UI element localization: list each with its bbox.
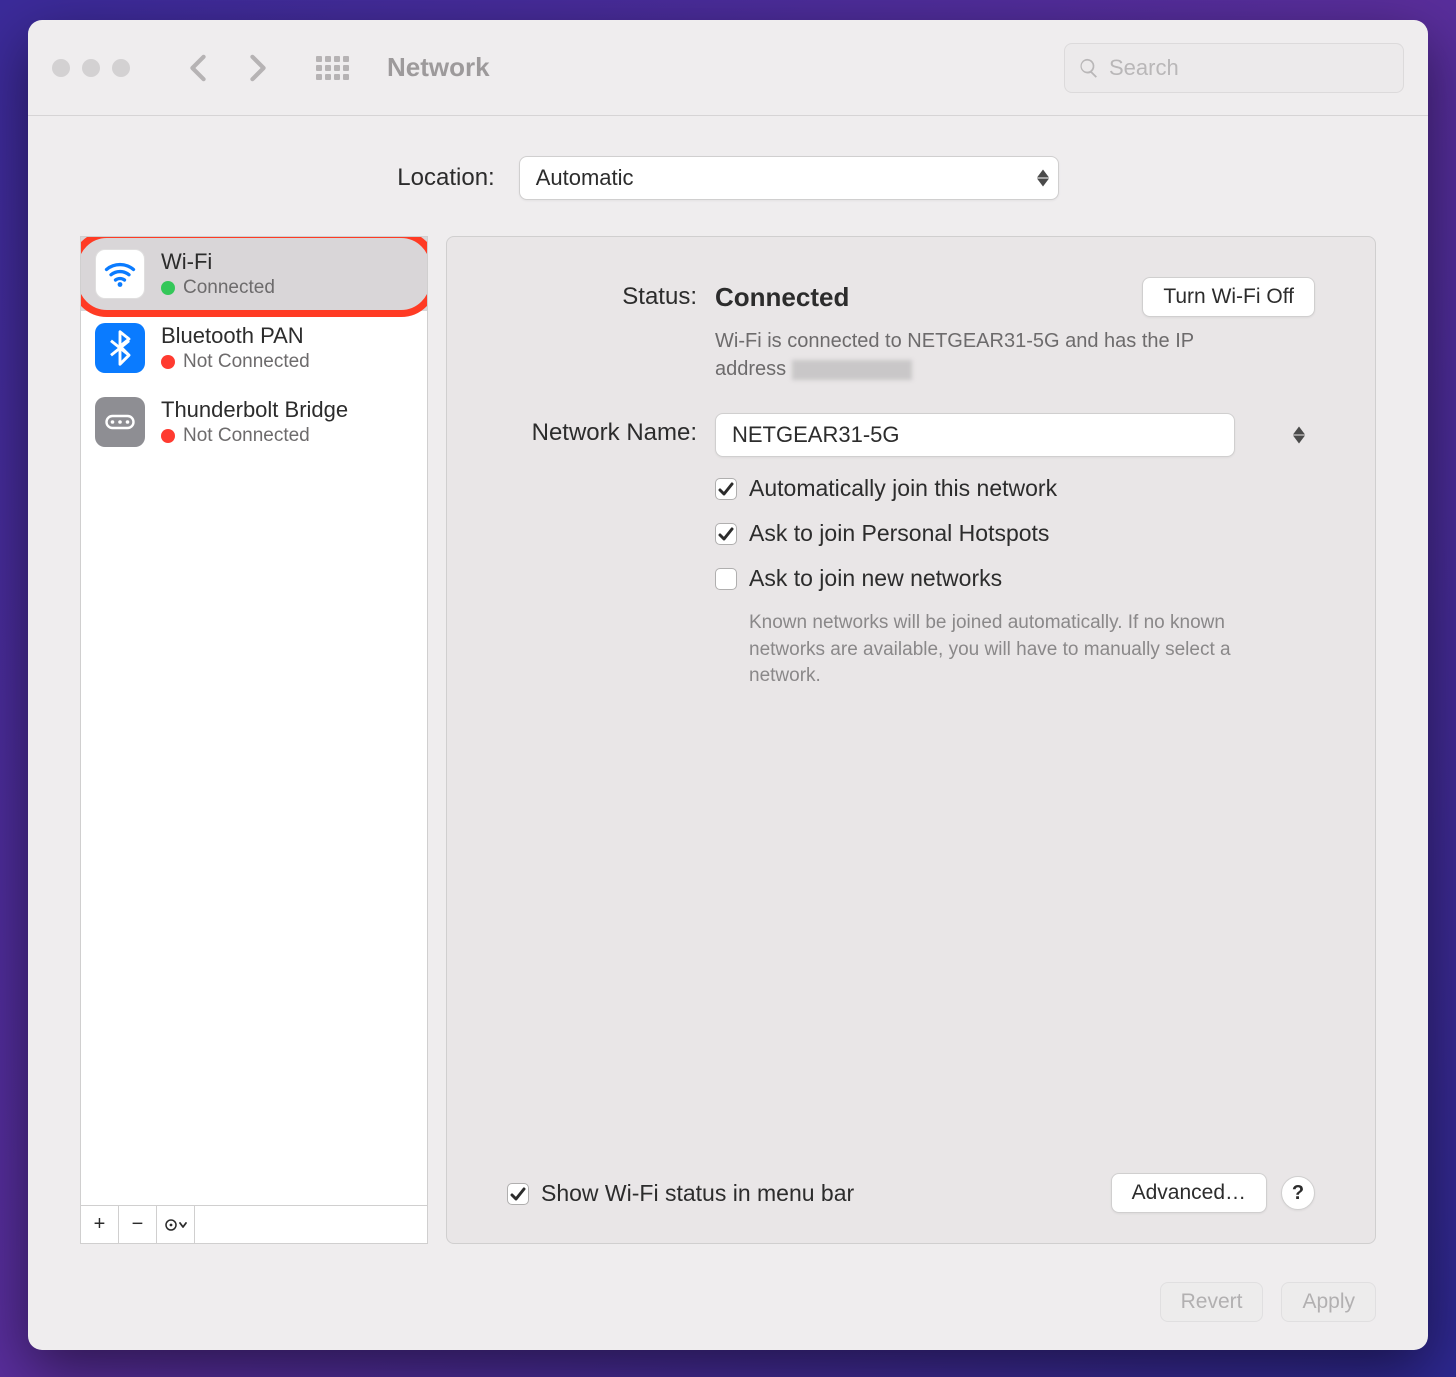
new-networks-help: Known networks will be joined automatica… — [749, 610, 1249, 690]
window-title: Network — [387, 52, 490, 83]
status-label: Status: — [507, 277, 697, 311]
status-dot-icon — [161, 429, 175, 443]
location-row: Location: Automatic — [28, 116, 1428, 236]
service-name: Thunderbolt Bridge — [161, 397, 348, 423]
traffic-lights — [52, 59, 130, 77]
status-dot-icon — [161, 281, 175, 295]
search-icon — [1078, 57, 1100, 79]
network-name-value: NETGEAR31-5G — [732, 422, 900, 448]
location-value: Automatic — [536, 165, 634, 191]
network-name-select[interactable]: NETGEAR31-5G — [715, 413, 1315, 457]
show-menubar-checkbox[interactable] — [507, 1183, 529, 1205]
search-input[interactable] — [1064, 43, 1404, 93]
main-panel: Status: Connected Turn Wi-Fi Off Wi-Fi i… — [446, 236, 1376, 1244]
zoom-window-button[interactable] — [112, 59, 130, 77]
auto-join-checkbox[interactable] — [715, 478, 737, 500]
service-status: Connected — [183, 277, 275, 299]
revert-button[interactable]: Revert — [1160, 1282, 1264, 1322]
bluetooth-icon — [95, 323, 145, 373]
sidebar-item-thunderbolt[interactable]: Thunderbolt Bridge Not Connected — [81, 385, 427, 459]
search-field-wrap — [1064, 43, 1404, 93]
personal-hotspots-checkbox[interactable] — [715, 523, 737, 545]
help-button[interactable]: ? — [1281, 1176, 1315, 1210]
sidebar-item-wifi[interactable]: Wi-Fi Connected — [81, 237, 427, 311]
new-networks-checkbox[interactable] — [715, 568, 737, 590]
close-window-button[interactable] — [52, 59, 70, 77]
service-list: Wi-Fi Connected Bluetooth PAN — [80, 236, 428, 1206]
minimize-window-button[interactable] — [82, 59, 100, 77]
network-preferences-window: Network Location: Automatic — [28, 20, 1428, 1350]
status-description: Wi-Fi is connected to NETGEAR31-5G and h… — [715, 327, 1235, 383]
network-name-label: Network Name: — [507, 413, 697, 447]
thunderbolt-bridge-icon — [95, 397, 145, 447]
show-all-icon[interactable] — [316, 56, 349, 80]
remove-service-button[interactable]: − — [119, 1206, 157, 1243]
toggle-wifi-button[interactable]: Turn Wi-Fi Off — [1142, 277, 1315, 317]
apply-button[interactable]: Apply — [1281, 1282, 1376, 1322]
redacted-ip — [792, 360, 912, 380]
chevron-updown-icon — [1293, 427, 1305, 444]
service-name: Wi-Fi — [161, 249, 275, 275]
sidebar: Wi-Fi Connected Bluetooth PAN — [80, 236, 428, 1244]
forward-button[interactable] — [248, 54, 268, 82]
service-name: Bluetooth PAN — [161, 323, 310, 349]
advanced-button[interactable]: Advanced… — [1111, 1173, 1267, 1213]
sidebar-item-bluetooth[interactable]: Bluetooth PAN Not Connected — [81, 311, 427, 385]
service-status: Not Connected — [183, 351, 310, 373]
service-status: Not Connected — [183, 425, 310, 447]
status-value: Connected — [715, 282, 849, 313]
auto-join-label: Automatically join this network — [749, 475, 1057, 502]
chevron-updown-icon — [1037, 170, 1049, 187]
show-menubar-label: Show Wi-Fi status in menu bar — [541, 1180, 854, 1207]
location-select[interactable]: Automatic — [519, 156, 1059, 200]
status-dot-icon — [161, 355, 175, 369]
personal-hotspots-label: Ask to join Personal Hotspots — [749, 520, 1049, 547]
more-options-button[interactable] — [157, 1206, 195, 1243]
location-label: Location: — [397, 164, 494, 192]
new-networks-label: Ask to join new networks — [749, 565, 1002, 592]
nav-arrows — [188, 54, 268, 82]
sidebar-footer: + − — [80, 1206, 428, 1244]
add-service-button[interactable]: + — [81, 1206, 119, 1243]
toolbar: Network — [28, 20, 1428, 116]
footer-buttons: Revert Apply — [28, 1262, 1428, 1350]
wifi-icon — [95, 249, 145, 299]
back-button[interactable] — [188, 54, 208, 82]
